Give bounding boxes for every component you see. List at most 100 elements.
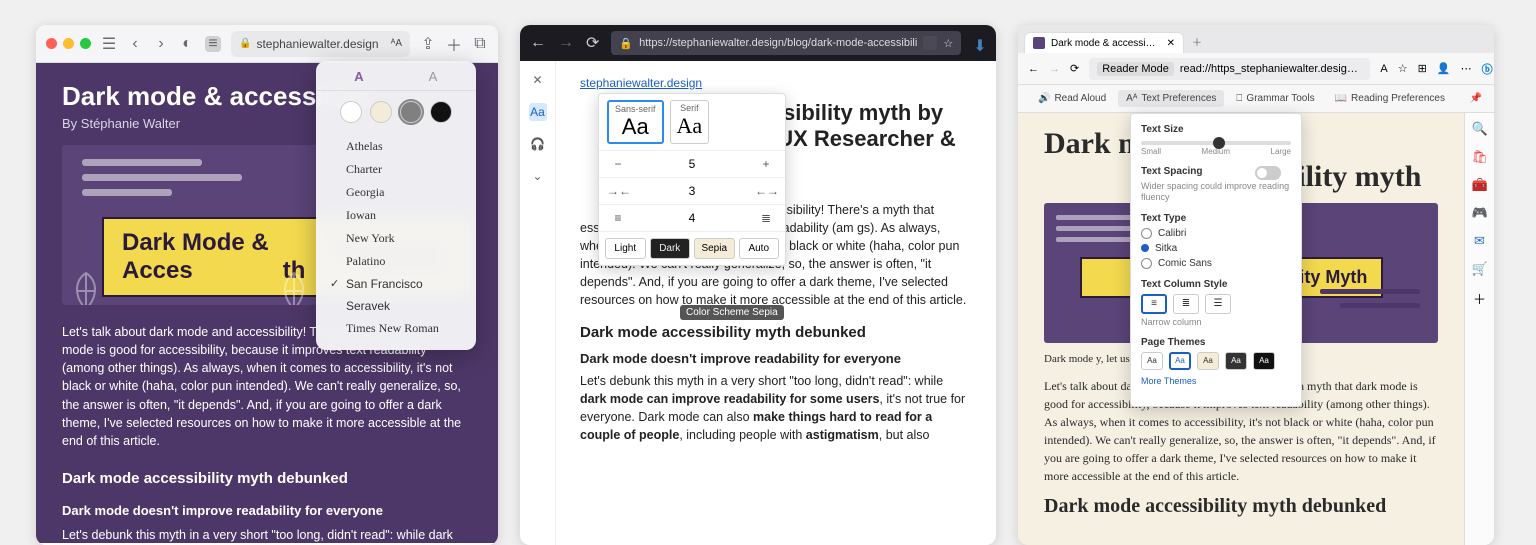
menu-icon[interactable]: ⋯ <box>1461 62 1472 75</box>
increase-lineheight-button[interactable]: ≣ <box>755 211 777 225</box>
shopping-icon[interactable]: 🛍 <box>1472 149 1488 165</box>
forward-button[interactable]: › <box>153 36 169 52</box>
theme-gray[interactable] <box>400 101 422 123</box>
search-icon[interactable]: 🔍 <box>1472 121 1488 137</box>
bookmark-star-icon[interactable]: ☆ <box>943 37 953 50</box>
outlook-icon[interactable]: ✉ <box>1472 233 1488 249</box>
decrease-size-button[interactable]: − <box>607 157 629 171</box>
theme-dark[interactable]: Dark <box>650 238 691 259</box>
theme-4[interactable]: Aa <box>1225 352 1247 370</box>
font-charter[interactable]: Charter <box>328 158 464 181</box>
appearance-tab[interactable]: A <box>322 69 396 84</box>
collections-icon[interactable]: ⊞ <box>1418 62 1427 75</box>
forward-button[interactable]: → <box>558 35 574 51</box>
reload-button[interactable]: ⟳ <box>586 35 599 51</box>
column-narrow[interactable]: ≡ <box>1141 294 1167 314</box>
column-wide[interactable]: ☰ <box>1205 294 1231 314</box>
theme-1[interactable]: Aa <box>1141 352 1163 370</box>
theme-3[interactable]: Aa <box>1197 352 1219 370</box>
reading-preferences-button[interactable]: 📖Reading Preferences <box>1327 90 1453 107</box>
body-paragraph: Let's debunk this myth in a very short "… <box>62 526 472 545</box>
address-bar[interactable]: Reader Mode read://https_stephaniewalter… <box>1089 58 1370 80</box>
pocket-icon[interactable]: ⌄ <box>529 167 547 185</box>
sidebar-toggle-icon[interactable]: ☰ <box>101 36 117 52</box>
font-tab[interactable]: A <box>396 69 470 84</box>
font-newyork[interactable]: New York <box>328 227 464 250</box>
font-athelas[interactable]: Athelas <box>328 135 464 158</box>
games-icon[interactable]: 🎮 <box>1472 205 1488 221</box>
tab-strip: Dark mode & accessibility my ✕ ＋ <box>1018 25 1494 53</box>
new-tab-button[interactable]: ＋ <box>1184 30 1210 53</box>
column-medium[interactable]: ≣ <box>1173 294 1199 314</box>
back-button[interactable]: ← <box>530 35 546 51</box>
decrease-width-button[interactable]: →← <box>607 184 629 198</box>
theme-auto[interactable]: Auto <box>739 238 780 259</box>
back-button[interactable]: ‹ <box>127 36 143 52</box>
share-icon[interactable]: ⇪ <box>420 36 436 52</box>
book-icon: 📖 <box>1335 93 1347 104</box>
safari-window: ☰ ‹ › ◐ ≡ 🔒 stephaniewalter.design ᴬA ⇪ … <box>36 25 498 545</box>
theme-sepia[interactable] <box>370 101 392 123</box>
page-themes-label: Page Themes <box>1141 337 1291 348</box>
font-sitka-option[interactable]: Sitka <box>1141 243 1291 254</box>
decrease-lineheight-button[interactable]: ≡ <box>607 211 629 225</box>
font-sans-option[interactable]: Sans-serif Aa <box>607 100 664 144</box>
forward-button[interactable]: → <box>1049 63 1060 75</box>
favorites-icon[interactable]: ☆ <box>1398 62 1408 75</box>
font-sanfrancisco[interactable]: San Francisco <box>328 273 464 295</box>
font-iowan[interactable]: Iowan <box>328 204 464 227</box>
font-georgia[interactable]: Georgia <box>328 181 464 204</box>
text-spacing-toggle[interactable] <box>1255 166 1281 180</box>
font-calibri-option[interactable]: Calibri <box>1141 228 1291 239</box>
close-reader-icon[interactable]: ✕ <box>529 71 547 89</box>
profile-icon[interactable]: 👤 <box>1437 62 1451 75</box>
theme-2[interactable]: Aa <box>1169 352 1191 370</box>
browser-tab[interactable]: Dark mode & accessibility my ✕ <box>1024 32 1184 53</box>
type-controls-icon[interactable]: Aa <box>529 103 547 121</box>
theme-light[interactable]: Light <box>605 238 646 259</box>
download-icon[interactable]: ⬇ <box>973 36 987 50</box>
grammar-tools-button[interactable]: ⎕Grammar Tools <box>1228 90 1322 107</box>
theme-black[interactable] <box>430 101 452 123</box>
back-button[interactable]: ← <box>1028 63 1039 75</box>
maximize-window-button[interactable] <box>80 38 91 49</box>
font-serif-option[interactable]: Serif Aa <box>670 100 710 144</box>
tabs-icon[interactable]: ⧉ <box>472 36 488 52</box>
address-bar[interactable]: 🔒 https://stephaniewalter.design/blog/da… <box>611 31 961 55</box>
shopping-cart-icon[interactable]: 🛒 <box>1472 261 1488 277</box>
appearance-icon[interactable]: ◐ <box>179 36 195 52</box>
address-bar[interactable]: 🔒 stephaniewalter.design ᴬA <box>231 31 410 57</box>
increase-size-button[interactable]: + <box>755 157 777 171</box>
close-tab-icon[interactable]: ✕ <box>1167 38 1175 49</box>
tools-icon[interactable]: 🧰 <box>1472 177 1488 193</box>
pin-toolbar-icon[interactable]: 📌 <box>1470 93 1482 104</box>
reader-badge: Reader Mode <box>1097 62 1174 76</box>
font-comicsans-option[interactable]: Comic Sans <box>1141 258 1291 269</box>
text-size-icon[interactable]: A <box>1380 63 1387 75</box>
narrate-icon[interactable]: 🎧 <box>529 135 547 153</box>
reader-mode-icon[interactable] <box>923 36 937 50</box>
font-palatino[interactable]: Palatino <box>328 250 464 273</box>
reader-mode-icon[interactable]: ≡ <box>205 36 221 52</box>
bing-icon[interactable]: ⓑ <box>1482 61 1493 77</box>
text-size-slider[interactable] <box>1141 141 1291 145</box>
theme-sepia[interactable]: Sepia <box>694 238 735 259</box>
theme-5[interactable]: Aa <box>1253 352 1275 370</box>
increase-width-button[interactable]: ←→ <box>755 184 777 198</box>
add-sidebar-icon[interactable]: ＋ <box>1472 289 1488 305</box>
text-preferences-panel: Text Size Small Medium Large Text Spacin… <box>1130 113 1302 407</box>
font-times[interactable]: Times New Roman <box>328 317 464 340</box>
theme-white[interactable] <box>340 101 362 123</box>
reload-button[interactable]: ⟳ <box>1070 62 1079 75</box>
read-aloud-button[interactable]: 🔊Read Aloud <box>1030 90 1114 107</box>
new-tab-icon[interactable]: ＋ <box>446 36 462 52</box>
minimize-window-button[interactable] <box>63 38 74 49</box>
more-themes-link[interactable]: More Themes <box>1141 376 1291 386</box>
body-paragraph: Let's debunk this myth in a very short "… <box>580 372 972 445</box>
text-preferences-button[interactable]: AᴬText Preferences <box>1118 90 1224 107</box>
close-window-button[interactable] <box>46 38 57 49</box>
font-seravek[interactable]: Seravek <box>328 295 464 317</box>
subsection-heading: Dark mode doesn't improve readability fo… <box>62 502 472 521</box>
site-link[interactable]: stephaniewalter.design <box>580 76 702 90</box>
text-size-icon[interactable]: ᴬA <box>391 38 402 49</box>
